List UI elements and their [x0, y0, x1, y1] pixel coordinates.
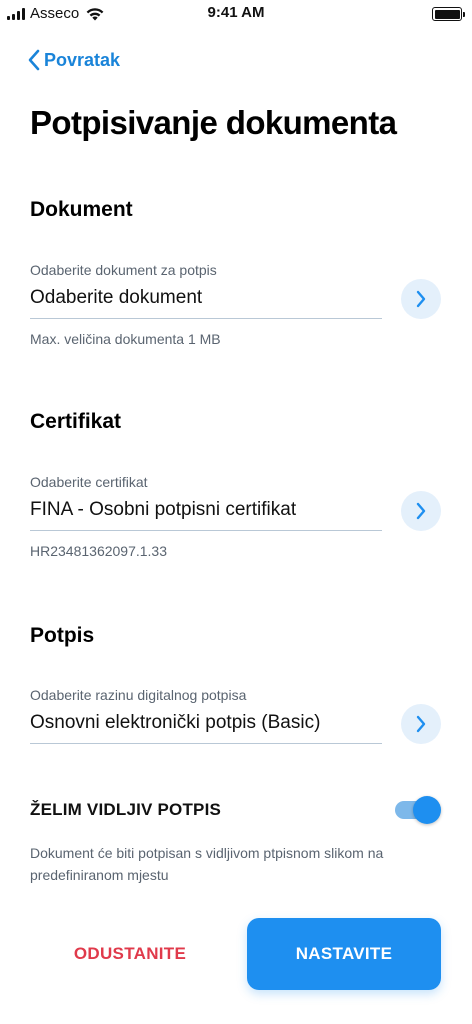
- signature-level-select-button[interactable]: [401, 704, 441, 744]
- visible-signature-label: ŽELIM VIDLJIV POTPIS: [30, 800, 222, 819]
- status-time: 9:41 AM: [207, 4, 265, 21]
- section-title-document: Dokument: [30, 198, 133, 221]
- certificate-field[interactable]: Odaberite certifikat FINA - Osobni potpi…: [30, 474, 382, 531]
- chevron-right-icon: [416, 502, 426, 520]
- chevron-right-icon: [416, 715, 426, 733]
- toggle-knob: [413, 796, 441, 824]
- certificate-field-label: Odaberite certifikat: [30, 474, 148, 490]
- signature-level-field-label: Odaberite razinu digitalnog potpisa: [30, 687, 247, 703]
- section-title-signature: Potpis: [30, 624, 95, 647]
- section-title-certificate: Certifikat: [30, 410, 122, 433]
- screen: Asseco 9:41 AM Povratak Potpisivanje dok…: [0, 0, 472, 1024]
- back-label: Povratak: [44, 49, 121, 70]
- visible-signature-description: Dokument će biti potpisan s vidljivom pt…: [30, 845, 384, 883]
- document-field-value[interactable]: Odaberite dokument: [30, 287, 382, 319]
- chevron-right-icon: [416, 290, 426, 308]
- visible-signature-toggle[interactable]: [395, 796, 441, 824]
- document-hint: Max. veličina dokumenta 1 MB: [30, 331, 221, 347]
- status-bar: Asseco 9:41 AM: [0, 0, 472, 28]
- signature-level-field-value[interactable]: Osnovni elektronički potpis (Basic): [30, 712, 382, 744]
- certificate-field-value[interactable]: FINA - Osobni potpisni certifikat: [30, 499, 382, 531]
- document-field[interactable]: Odaberite dokument za potpis Odaberite d…: [30, 262, 382, 319]
- document-field-label: Odaberite dokument za potpis: [30, 262, 217, 278]
- battery-icon: [432, 7, 465, 21]
- signature-level-field[interactable]: Odaberite razinu digitalnog potpisa Osno…: [30, 687, 382, 744]
- page-title: Potpisivanje dokumenta: [30, 104, 397, 141]
- cancel-button[interactable]: ODUSTANITE: [30, 918, 230, 990]
- certificate-select-button[interactable]: [401, 491, 441, 531]
- document-select-button[interactable]: [401, 279, 441, 319]
- chevron-left-icon: [28, 49, 40, 71]
- back-button[interactable]: Povratak: [28, 49, 120, 71]
- continue-button[interactable]: NASTAVITE: [247, 918, 441, 990]
- certificate-hint: HR23481362097.1.33: [30, 543, 168, 559]
